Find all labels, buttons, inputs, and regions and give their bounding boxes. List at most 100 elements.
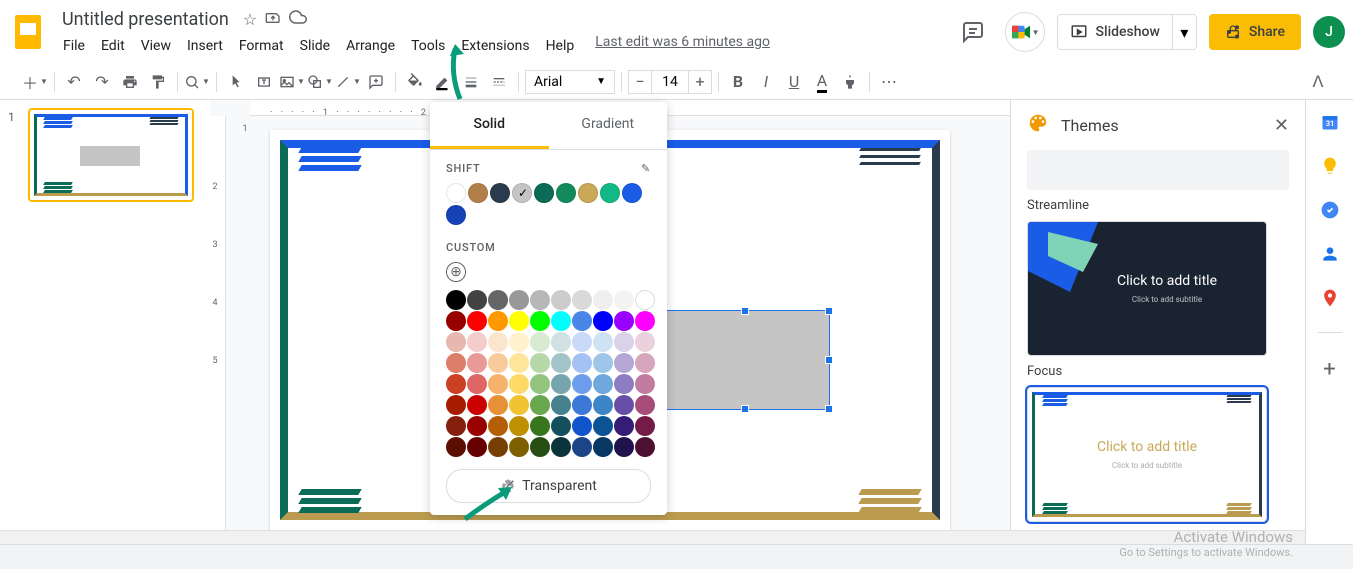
- color-swatch[interactable]: [572, 290, 592, 310]
- menu-arrange[interactable]: Arrange: [339, 34, 402, 58]
- color-tab-solid[interactable]: Solid: [430, 102, 549, 149]
- last-edit-link[interactable]: Last edit was 6 minutes ago: [595, 34, 770, 58]
- color-swatch[interactable]: [551, 332, 571, 352]
- tasks-addon-icon[interactable]: [1320, 200, 1340, 220]
- text-color-button[interactable]: A: [809, 69, 835, 95]
- color-swatch[interactable]: [488, 374, 508, 394]
- color-swatch[interactable]: [467, 395, 487, 415]
- color-swatch[interactable]: [530, 437, 550, 457]
- menu-extensions[interactable]: Extensions: [454, 34, 536, 58]
- color-swatch[interactable]: [635, 416, 655, 436]
- color-swatch[interactable]: [614, 437, 634, 457]
- horizontal-scrollbar[interactable]: [0, 530, 1305, 544]
- redo-button[interactable]: ↷: [89, 69, 115, 95]
- menu-tools[interactable]: Tools: [404, 34, 452, 58]
- theme-focus[interactable]: Click to add title Click to add subtitle: [1027, 387, 1267, 522]
- color-swatch[interactable]: [467, 437, 487, 457]
- color-swatch[interactable]: [551, 416, 571, 436]
- fill-color-button[interactable]: [402, 69, 428, 95]
- add-custom-color-button[interactable]: ⊕: [446, 262, 466, 282]
- font-family-select[interactable]: Arial▼: [525, 70, 615, 94]
- transparent-button[interactable]: Transparent: [446, 469, 651, 503]
- contacts-addon-icon[interactable]: [1320, 244, 1340, 264]
- italic-button[interactable]: I: [753, 69, 779, 95]
- color-swatch[interactable]: [572, 332, 592, 352]
- color-swatch[interactable]: [488, 353, 508, 373]
- select-tool[interactable]: [223, 69, 249, 95]
- theme-color-swatch[interactable]: [534, 183, 554, 203]
- image-tool[interactable]: ▼: [279, 69, 305, 95]
- color-swatch[interactable]: [593, 311, 613, 331]
- color-swatch[interactable]: [635, 437, 655, 457]
- color-swatch[interactable]: [446, 437, 466, 457]
- color-swatch[interactable]: [635, 353, 655, 373]
- color-swatch[interactable]: [572, 395, 592, 415]
- color-swatch[interactable]: [446, 290, 466, 310]
- edit-theme-colors-icon[interactable]: ✎: [641, 162, 651, 175]
- color-swatch[interactable]: [614, 353, 634, 373]
- color-swatch[interactable]: [509, 311, 529, 331]
- color-swatch[interactable]: [530, 416, 550, 436]
- undo-button[interactable]: ↶: [61, 69, 87, 95]
- theme-color-swatch[interactable]: [468, 183, 488, 203]
- color-swatch[interactable]: [551, 437, 571, 457]
- color-swatch[interactable]: [614, 290, 634, 310]
- keep-addon-icon[interactable]: [1320, 156, 1340, 176]
- color-swatch[interactable]: [488, 290, 508, 310]
- color-swatch[interactable]: [635, 395, 655, 415]
- font-size-input[interactable]: [652, 70, 688, 94]
- document-title[interactable]: Untitled presentation: [56, 7, 235, 32]
- menu-format[interactable]: Format: [232, 34, 291, 58]
- print-button[interactable]: [117, 69, 143, 95]
- color-swatch[interactable]: [446, 353, 466, 373]
- color-swatch[interactable]: [467, 311, 487, 331]
- font-size-increase[interactable]: +: [688, 70, 712, 94]
- color-swatch[interactable]: [593, 353, 613, 373]
- color-swatch[interactable]: [467, 290, 487, 310]
- color-tab-gradient[interactable]: Gradient: [549, 102, 668, 149]
- move-icon[interactable]: [265, 9, 281, 29]
- color-swatch[interactable]: [509, 437, 529, 457]
- color-swatch[interactable]: [509, 353, 529, 373]
- hide-menus-button[interactable]: ᐱ: [1305, 69, 1331, 95]
- calendar-addon-icon[interactable]: 31: [1320, 112, 1340, 132]
- color-swatch[interactable]: [635, 332, 655, 352]
- color-swatch[interactable]: [467, 416, 487, 436]
- zoom-button[interactable]: ▼: [184, 69, 210, 95]
- share-button[interactable]: Share: [1209, 14, 1301, 50]
- menu-help[interactable]: Help: [539, 34, 582, 58]
- theme-color-swatch[interactable]: [490, 183, 510, 203]
- font-size-decrease[interactable]: −: [628, 70, 652, 94]
- highlight-button[interactable]: [837, 69, 863, 95]
- color-swatch[interactable]: [509, 290, 529, 310]
- color-swatch[interactable]: [488, 332, 508, 352]
- themes-close-button[interactable]: ✕: [1274, 115, 1289, 136]
- color-swatch[interactable]: [446, 311, 466, 331]
- color-swatch[interactable]: [446, 395, 466, 415]
- color-swatch[interactable]: [488, 395, 508, 415]
- color-swatch[interactable]: [467, 353, 487, 373]
- color-swatch[interactable]: [551, 353, 571, 373]
- theme-color-swatch[interactable]: [446, 183, 466, 203]
- menu-edit[interactable]: Edit: [94, 34, 132, 58]
- color-swatch[interactable]: [530, 353, 550, 373]
- color-swatch[interactable]: [530, 311, 550, 331]
- color-swatch[interactable]: [530, 332, 550, 352]
- theme-color-swatch[interactable]: [556, 183, 576, 203]
- border-weight-button[interactable]: [458, 69, 484, 95]
- cloud-status-icon[interactable]: [289, 8, 307, 30]
- color-swatch[interactable]: [509, 332, 529, 352]
- underline-button[interactable]: U: [781, 69, 807, 95]
- new-slide-button[interactable]: ＋▼: [22, 69, 48, 95]
- color-swatch[interactable]: [446, 332, 466, 352]
- shape-tool[interactable]: ▼: [307, 69, 333, 95]
- color-swatch[interactable]: [446, 374, 466, 394]
- theme-color-swatch[interactable]: [512, 183, 532, 203]
- color-swatch[interactable]: [635, 311, 655, 331]
- color-swatch[interactable]: [572, 374, 592, 394]
- color-swatch[interactable]: [572, 353, 592, 373]
- color-swatch[interactable]: [530, 374, 550, 394]
- color-swatch[interactable]: [593, 332, 613, 352]
- color-swatch[interactable]: [614, 311, 634, 331]
- add-addon-button[interactable]: +: [1320, 357, 1340, 377]
